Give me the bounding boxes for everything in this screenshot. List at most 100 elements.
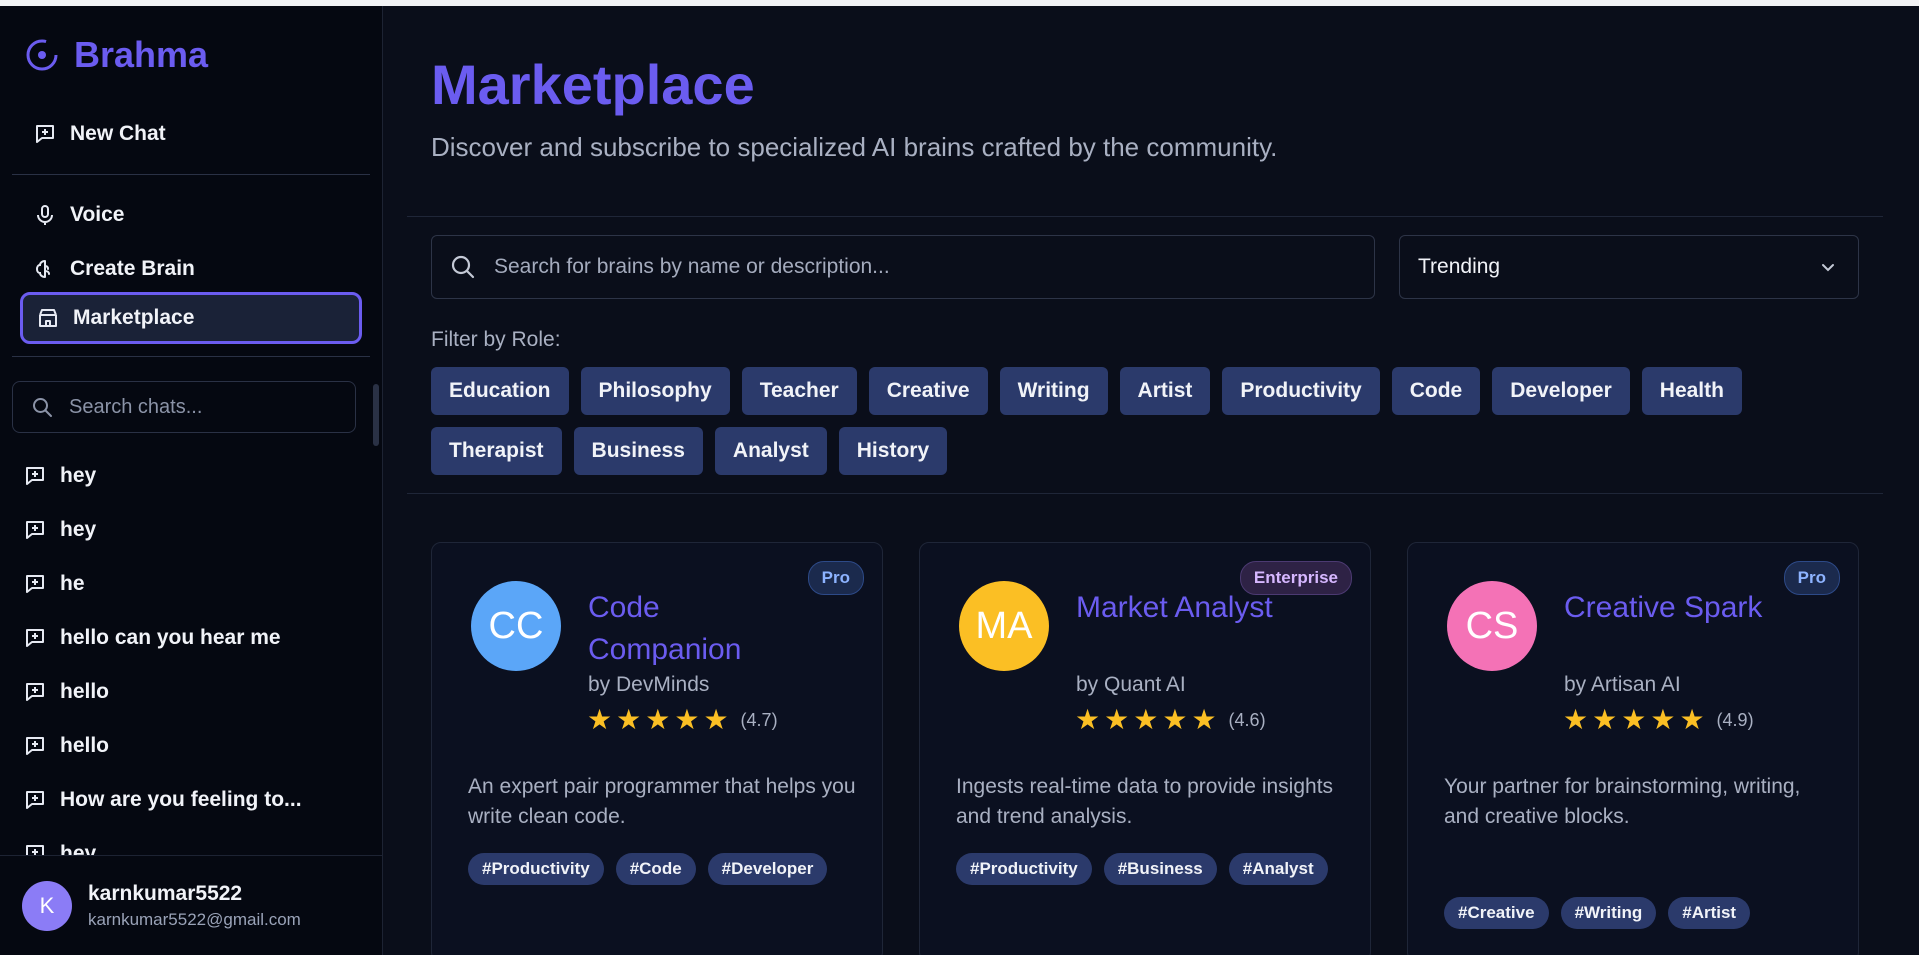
role-chip-philosophy[interactable]: Philosophy	[580, 367, 730, 415]
role-chip-creative[interactable]: Creative	[868, 367, 988, 415]
brain-name[interactable]: Code Companion	[588, 587, 808, 671]
brain-avatar: CS	[1447, 581, 1537, 671]
brain-name[interactable]: Market Analyst	[1076, 587, 1296, 629]
new-chat-icon	[36, 125, 54, 143]
role-chip-teacher[interactable]: Teacher	[741, 367, 857, 415]
star-icon: ★	[1679, 704, 1705, 735]
new-chat-button[interactable]: New Chat	[20, 108, 362, 160]
rating-value: (4.6)	[1228, 709, 1266, 730]
brain-author: by Quant AI	[1076, 673, 1186, 696]
role-chip-code[interactable]: Code	[1391, 367, 1481, 415]
rating-value: (4.7)	[740, 709, 778, 730]
brain-author: by Artisan AI	[1564, 673, 1681, 696]
chevron-down-icon	[1822, 264, 1834, 272]
role-chip-history[interactable]: History	[838, 427, 948, 475]
chat-list-item[interactable]: How are you feeling to...	[24, 773, 364, 827]
chat-title: hello	[60, 734, 110, 757]
store-icon	[39, 309, 57, 327]
user-name: karnkumar5522	[88, 881, 243, 905]
star-icon: ★	[674, 704, 700, 735]
brain-search-input[interactable]	[492, 254, 1356, 280]
star-rating: ★ ★ ★ ★ ★ (4.7)	[587, 706, 778, 734]
chat-icon	[26, 521, 44, 539]
page-title: Marketplace	[431, 53, 755, 116]
tag-chip[interactable]: #Analyst	[1228, 853, 1328, 885]
user-email: karnkumar5522@gmail.com	[88, 909, 301, 929]
brain-search[interactable]	[431, 235, 1375, 299]
tag-chip[interactable]: #Artist	[1668, 897, 1751, 929]
brain-description: Ingests real-time data to provide insigh…	[956, 775, 1334, 828]
chat-title: How are you feeling to...	[60, 788, 302, 811]
sidebar-divider	[12, 174, 370, 175]
role-chip-education[interactable]: Education	[431, 367, 569, 415]
sidebar-item-label: Create Brain	[70, 257, 195, 280]
rating-value: (4.9)	[1716, 709, 1754, 730]
role-chip-developer[interactable]: Developer	[1492, 367, 1630, 415]
chat-list-item[interactable]: hello	[24, 665, 364, 719]
tag-chip[interactable]: #Productivity	[468, 853, 604, 885]
sidebar-item-create-brain[interactable]: Create Brain	[20, 243, 362, 295]
star-icon: ★	[587, 704, 613, 735]
role-chip-business[interactable]: Business	[573, 427, 703, 475]
brain-card[interactable]: Enterprise MA Market Analyst by Quant AI ★ ★ ★…	[919, 542, 1371, 955]
role-chip-health[interactable]: Health	[1641, 367, 1742, 415]
chat-icon	[26, 629, 44, 647]
tag-chip[interactable]: #Creative	[1444, 897, 1549, 929]
tier-badge: Pro	[807, 561, 864, 595]
microphone-icon	[37, 205, 53, 225]
chat-list-item[interactable]: hello	[24, 719, 364, 773]
brain-description: An expert pair programmer that helps you…	[468, 775, 856, 828]
chat-title: hey	[60, 464, 97, 487]
user-profile[interactable]: K karnkumar5522 karnkumar5522@gmail.com	[0, 855, 382, 955]
filter-divider	[407, 493, 1883, 494]
chat-search[interactable]	[12, 381, 356, 433]
brand[interactable]: Brahma	[24, 34, 208, 76]
tag-chip[interactable]: #Writing	[1560, 897, 1657, 929]
brain-name[interactable]: Creative Spark	[1564, 587, 1784, 629]
brain-tags: #Productivity #Business #Analyst	[956, 853, 1346, 885]
search-icon	[451, 255, 475, 279]
chat-icon	[26, 737, 44, 755]
role-chip-artist[interactable]: Artist	[1119, 367, 1211, 415]
header-divider	[407, 216, 1883, 217]
role-filter-chips: Education Philosophy Teacher Creative Writin…	[431, 367, 1871, 475]
tier-badge: Pro	[1783, 561, 1840, 595]
star-rating: ★ ★ ★ ★ ★ (4.9)	[1563, 706, 1754, 734]
brain-avatar: MA	[959, 581, 1049, 671]
chat-list-item[interactable]: hey	[24, 449, 364, 503]
brain-author: by DevMinds	[588, 673, 710, 696]
star-rating: ★ ★ ★ ★ ★ (4.6)	[1075, 706, 1266, 734]
sidebar-item-voice[interactable]: Voice	[20, 189, 362, 241]
star-icon: ★	[703, 704, 729, 735]
role-chip-analyst[interactable]: Analyst	[714, 427, 827, 475]
brain-card[interactable]: Pro CC Code Companion by DevMinds ★ ★ ★ ★ ★ (4.7)…	[431, 542, 883, 955]
new-chat-label: New Chat	[70, 122, 166, 145]
star-icon: ★	[1191, 704, 1217, 735]
role-chip-therapist[interactable]: Therapist	[431, 427, 562, 475]
chat-icon	[26, 575, 44, 593]
tag-chip[interactable]: #Productivity	[956, 853, 1092, 885]
brand-name: Brahma	[74, 34, 209, 75]
brain-tags: #Creative #Writing #Artist	[1444, 897, 1834, 929]
sidebar-scrollbar[interactable]	[373, 384, 379, 446]
brain-card[interactable]: Pro CS Creative Spark by Artisan AI ★ ★ ★ ★ ★ (4.…	[1407, 542, 1859, 955]
chat-list-item[interactable]: hello can you hear me	[24, 611, 364, 665]
tag-chip[interactable]: #Developer	[707, 853, 828, 885]
sidebar-divider	[12, 356, 370, 357]
chat-icon	[26, 467, 44, 485]
chat-search-input[interactable]	[67, 394, 331, 420]
role-chip-productivity[interactable]: Productivity	[1222, 367, 1380, 415]
tag-chip[interactable]: #Business	[1103, 853, 1217, 885]
role-chip-writing[interactable]: Writing	[999, 367, 1108, 415]
sort-select[interactable]: Trending	[1399, 235, 1859, 299]
chat-list-item[interactable]: he	[24, 557, 364, 611]
star-icon: ★	[1133, 704, 1159, 735]
sidebar-item-marketplace[interactable]: Marketplace	[20, 292, 362, 344]
brain-avatar: CC	[471, 581, 561, 671]
tag-chip[interactable]: #Code	[615, 853, 696, 885]
chat-title: hey	[60, 518, 97, 541]
star-icon: ★	[1592, 704, 1618, 735]
star-icon: ★	[1650, 704, 1676, 735]
brain-logo-icon	[26, 39, 58, 71]
chat-list-item[interactable]: hey	[24, 503, 364, 557]
